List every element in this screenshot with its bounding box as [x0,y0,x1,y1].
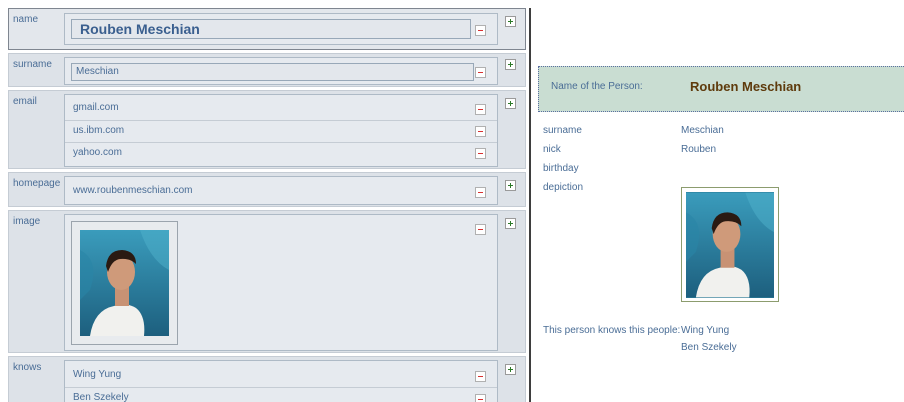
remove-email-minus-icon[interactable] [475,148,486,159]
add-knows-plus-icon[interactable] [505,364,516,375]
remove-email-minus-icon[interactable] [475,126,486,137]
image-value-box [64,214,498,351]
knows-prop-label: This person knows this people: [543,325,681,336]
email-value-box: gmail.com us.ibm.com yahoo.com [64,94,498,167]
birthday-prop-label: birthday [543,163,579,174]
surname-prop-value: Meschian [681,125,724,136]
name-banner: Name of the Person: Rouben Meschian [538,66,904,112]
knows-value-box: Wing Yung Ben Szekely [64,360,498,402]
homepage-label: homepage [13,178,61,189]
remove-knows-minus-icon[interactable] [475,371,486,382]
add-image-plus-icon[interactable] [505,218,516,229]
email-row: email gmail.com us.ibm.com yahoo.com [8,90,526,169]
surname-prop-label: surname [543,125,582,136]
remove-homepage-minus-icon[interactable] [475,187,486,198]
depiction-photo [686,192,774,298]
knows-label: knows [13,362,42,373]
name-label: name [13,14,39,25]
surname-row: surname Meschian [8,53,526,87]
nick-prop-value: Rouben [681,144,717,155]
knows-prop-value[interactable]: Ben Szekely [681,342,737,353]
remove-image-minus-icon[interactable] [475,224,486,235]
homepage-row: homepage www.roubenmeschian.com [8,172,526,207]
surname-input[interactable]: Meschian [71,63,474,81]
person-photo[interactable] [80,230,169,336]
name-value-box: Rouben Meschian [64,13,498,45]
add-homepage-plus-icon[interactable] [505,180,516,191]
person-view-panel: Name of the Person: Rouben Meschian surn… [538,0,904,402]
homepage-link[interactable]: www.roubenmeschian.com [71,181,491,201]
surname-label: surname [13,59,52,70]
remove-knows-minus-icon[interactable] [475,394,486,402]
image-row: image [8,210,526,353]
email-item[interactable]: us.ibm.com [71,121,491,141]
remove-surname-minus-icon[interactable] [475,67,486,78]
remove-name-minus-icon[interactable] [475,25,486,36]
add-surname-plus-icon[interactable] [505,59,516,70]
depiction-frame [681,187,779,302]
name-row: name Rouben Meschian [8,8,526,50]
email-item[interactable]: gmail.com [71,98,491,118]
email-item[interactable]: yahoo.com [71,143,491,163]
remove-email-minus-icon[interactable] [475,104,486,115]
image-label: image [13,216,41,227]
add-name-plus-icon[interactable] [505,16,516,27]
image-frame [71,221,178,345]
banner-label: Name of the Person: [551,81,643,92]
knows-item[interactable]: Wing Yung [71,365,491,385]
knows-prop-value[interactable]: Wing Yung [681,325,729,336]
banner-person-name: Rouben Meschian [690,79,802,94]
knows-row: knows Wing Yung Ben Szekely [8,356,526,402]
name-input[interactable]: Rouben Meschian [71,19,471,39]
homepage-value-box: www.roubenmeschian.com [64,176,498,205]
depiction-prop-label: depiction [543,182,584,193]
email-label: email [13,96,37,107]
knows-item[interactable]: Ben Szekely [71,388,491,402]
panel-divider [529,8,531,402]
nick-prop-label: nick [543,144,561,155]
surname-value-box: Meschian [64,57,498,85]
add-email-plus-icon[interactable] [505,98,516,109]
person-editor-panel: name Rouben Meschian surname Meschian em… [8,8,526,402]
